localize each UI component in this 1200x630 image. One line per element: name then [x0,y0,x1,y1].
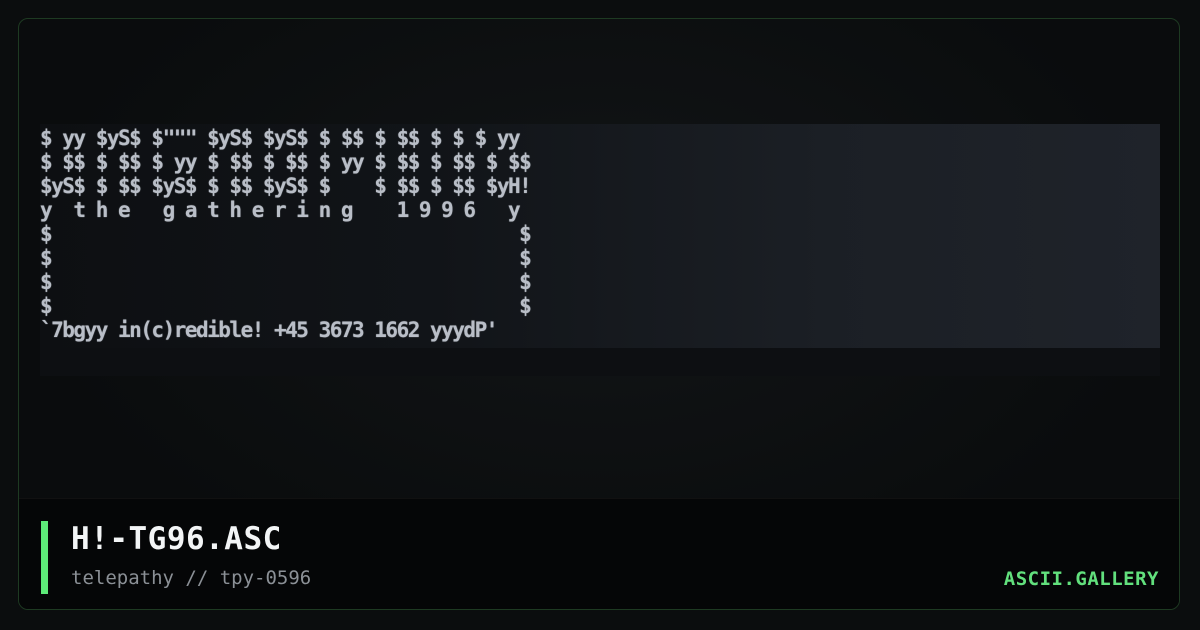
brand-link[interactable]: ASCII.GALLERY [1004,568,1159,590]
ascii-art-bottom-strip [40,348,1160,376]
ascii-art-text: $ yy $yS$ $""" $yS$ $yS$ $ $$ $ $$ $ $ $… [40,126,532,342]
accent-bar [41,521,48,594]
gallery-card: $ yy $yS$ $""" $yS$ $yS$ $ $$ $ $$ $ $ $… [18,18,1180,610]
ascii-art-preview: $ yy $yS$ $""" $yS$ $yS$ $ $$ $ $$ $ $ $… [40,124,1160,376]
card-footer: H!-TG96.ASC telepathy // tpy-0596 ASCII.… [19,498,1179,609]
file-subtitle: telepathy // tpy-0596 [71,567,312,589]
file-title: H!-TG96.ASC [71,521,282,557]
